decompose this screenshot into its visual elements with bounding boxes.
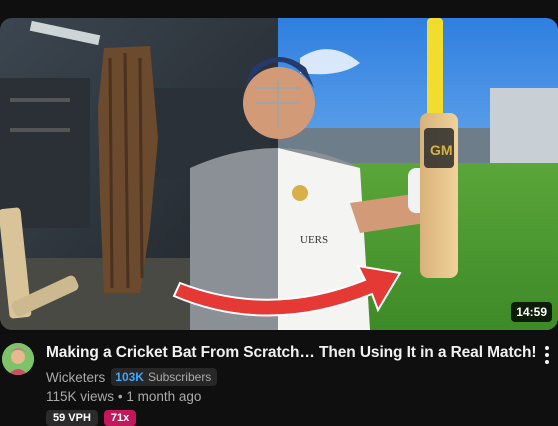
bat-logo-text: GM <box>430 142 453 158</box>
video-stats: 115K views • 1 month ago <box>46 389 201 404</box>
subscriber-badge: 103K Subscribers <box>111 368 218 386</box>
video-metadata: Making a Cricket Bat From Scratch… Then … <box>0 342 558 426</box>
channel-row: Wicketers 103K Subscribers <box>46 368 218 386</box>
channel-name[interactable]: Wicketers <box>46 370 105 385</box>
multiplier-badge: 71x <box>103 410 137 426</box>
shirt-text: UERS <box>300 234 328 246</box>
thumbnail-image: UERS GM <box>0 18 558 330</box>
channel-avatar[interactable] <box>2 343 34 375</box>
video-thumbnail[interactable]: UERS GM 14:59 <box>0 18 558 330</box>
vph-badge: 59 VPH <box>46 410 98 426</box>
video-title[interactable]: Making a Cricket Bat From Scratch… Then … <box>46 344 537 362</box>
upload-age: 1 month ago <box>126 389 202 404</box>
duration-badge: 14:59 <box>511 302 552 322</box>
subscriber-label: Subscribers <box>147 370 212 384</box>
stats-separator: • <box>117 389 123 404</box>
subscriber-count: 103K <box>115 370 144 384</box>
stat-badges: 59 VPH 71x <box>46 410 137 426</box>
more-vert-icon[interactable] <box>544 346 550 364</box>
avatar-icon <box>2 343 34 375</box>
view-count: 115K views <box>46 389 115 404</box>
